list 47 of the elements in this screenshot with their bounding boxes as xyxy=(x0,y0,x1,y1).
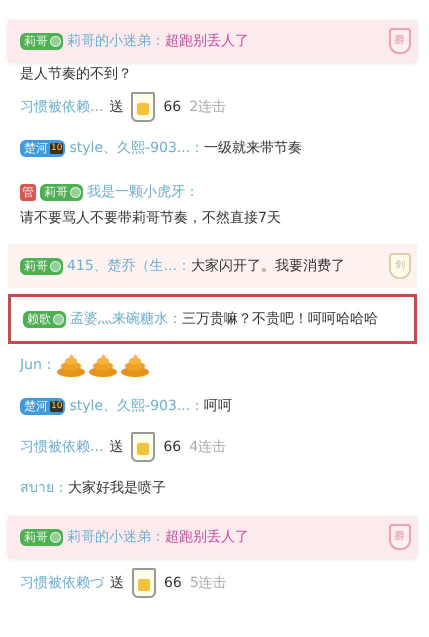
gift-count: 66 xyxy=(163,98,182,117)
gift-count: 66 xyxy=(163,438,182,457)
username[interactable]: 孟婆灬来碗糖水： xyxy=(70,306,182,332)
gift-bag-icon xyxy=(131,92,156,122)
message-text: 大家闪开了。我要消费了 xyxy=(191,257,346,276)
username[interactable]: 415、楚乔（生...： xyxy=(67,253,192,279)
username[interactable]: style、久熙-903...： xyxy=(69,393,204,419)
message-text: 是人节奏的不到？ xyxy=(20,67,133,81)
username[interactable]: 我是一颗小虎牙： xyxy=(87,179,199,205)
username[interactable]: 莉哥的小迷弟： xyxy=(67,527,165,547)
shield-emblem: 剑 xyxy=(389,253,411,279)
message-text: 一级就来带节奏 xyxy=(204,139,302,158)
combo-label: 2连击 xyxy=(189,98,226,117)
poop-icon xyxy=(120,353,150,377)
fan-badge: 赖歌 xyxy=(23,310,66,328)
gift-count: 66 xyxy=(164,574,182,593)
fan-badge: 莉哥 xyxy=(20,32,63,50)
message-text: 呵呵 xyxy=(204,397,232,416)
message-text: 请不要骂人不要带莉哥节奏，不然直接7天 xyxy=(20,209,281,228)
combo-label: 5连击 xyxy=(190,574,227,593)
fan-badge: 莉哥 xyxy=(20,528,63,546)
shield-emblem: 爵 xyxy=(389,28,411,54)
message-text: 超跑别丢人了 xyxy=(165,32,249,51)
gift-verb: 送 xyxy=(109,98,124,117)
shield-emblem: 爵 xyxy=(389,524,411,550)
admin-badge: 管 xyxy=(20,184,36,200)
username[interactable]: 莉哥的小迷弟： xyxy=(67,31,165,51)
poop-icon xyxy=(88,353,118,377)
fan-badge: 楚河 10 xyxy=(20,140,66,156)
username[interactable]: Jun： xyxy=(20,355,56,375)
username[interactable]: 习惯被依赖... xyxy=(20,437,104,457)
gift-verb: 送 xyxy=(109,438,124,457)
username[interactable]: 习惯被依赖... xyxy=(20,97,104,117)
gift-verb: 送 xyxy=(110,574,124,593)
fan-badge: 楚河 10 xyxy=(20,398,66,414)
message-text: 大家好我是喷子 xyxy=(68,479,166,498)
username[interactable]: style、久熙-903...： xyxy=(69,135,204,161)
message-text: 三万贵嘛？不贵吧！呵呵哈哈哈 xyxy=(182,310,378,329)
poop-icon xyxy=(56,353,86,377)
fan-badge: 莉哥 xyxy=(40,184,83,200)
gift-bag-icon xyxy=(132,568,156,598)
gift-bag-icon xyxy=(131,432,156,462)
message-text: 超跑别丢人了 xyxy=(165,528,249,547)
username[interactable]: 习惯被依赖づ xyxy=(20,573,104,593)
username[interactable]: สบาย： xyxy=(20,475,68,501)
combo-label: 4连击 xyxy=(189,438,226,457)
fan-badge: 莉哥 xyxy=(20,258,63,274)
